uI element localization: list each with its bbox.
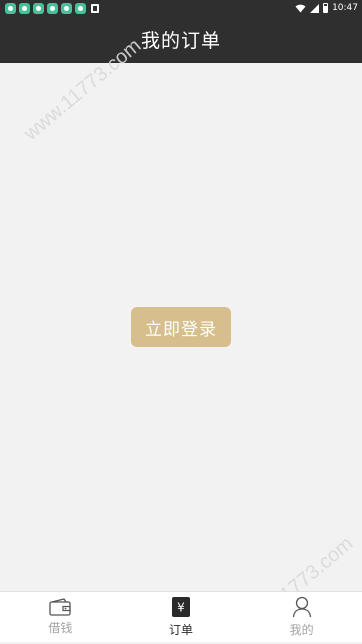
status-bar: 10:47 bbox=[0, 0, 362, 16]
app-notification-icon bbox=[47, 2, 58, 14]
status-time: 10:47 bbox=[332, 3, 358, 13]
main-content: 立即登录 bbox=[0, 63, 362, 591]
tab-label: 订单 bbox=[169, 623, 194, 637]
wifi-icon bbox=[295, 4, 306, 13]
header-bar: 我的订单 bbox=[0, 16, 362, 63]
app-notification-icon bbox=[61, 2, 72, 14]
bottom-tab-bar: 借钱 ¥ 订单 我的 bbox=[0, 591, 362, 642]
login-button[interactable]: 立即登录 bbox=[131, 307, 231, 347]
person-icon bbox=[292, 596, 312, 618]
system-status: 10:47 bbox=[295, 3, 358, 13]
tab-orders[interactable]: ¥ 订单 bbox=[121, 592, 242, 642]
tab-label: 借钱 bbox=[48, 621, 73, 635]
download-notification-icon bbox=[91, 3, 99, 13]
app-notification-icon bbox=[75, 2, 86, 14]
battery-icon bbox=[323, 3, 329, 13]
app-notification-icon bbox=[19, 2, 30, 14]
tab-borrow[interactable]: 借钱 bbox=[0, 592, 121, 642]
tab-mine[interactable]: 我的 bbox=[241, 592, 362, 642]
signal-icon bbox=[310, 3, 320, 13]
page-title: 我的订单 bbox=[140, 30, 221, 52]
wallet-icon bbox=[49, 598, 71, 616]
app-notification-icon bbox=[33, 2, 44, 14]
app-notification-icon bbox=[5, 2, 16, 14]
tab-label: 我的 bbox=[289, 623, 314, 637]
order-yen-icon: ¥ bbox=[171, 596, 191, 618]
svg-text:¥: ¥ bbox=[177, 601, 185, 615]
notification-icons bbox=[5, 2, 99, 14]
